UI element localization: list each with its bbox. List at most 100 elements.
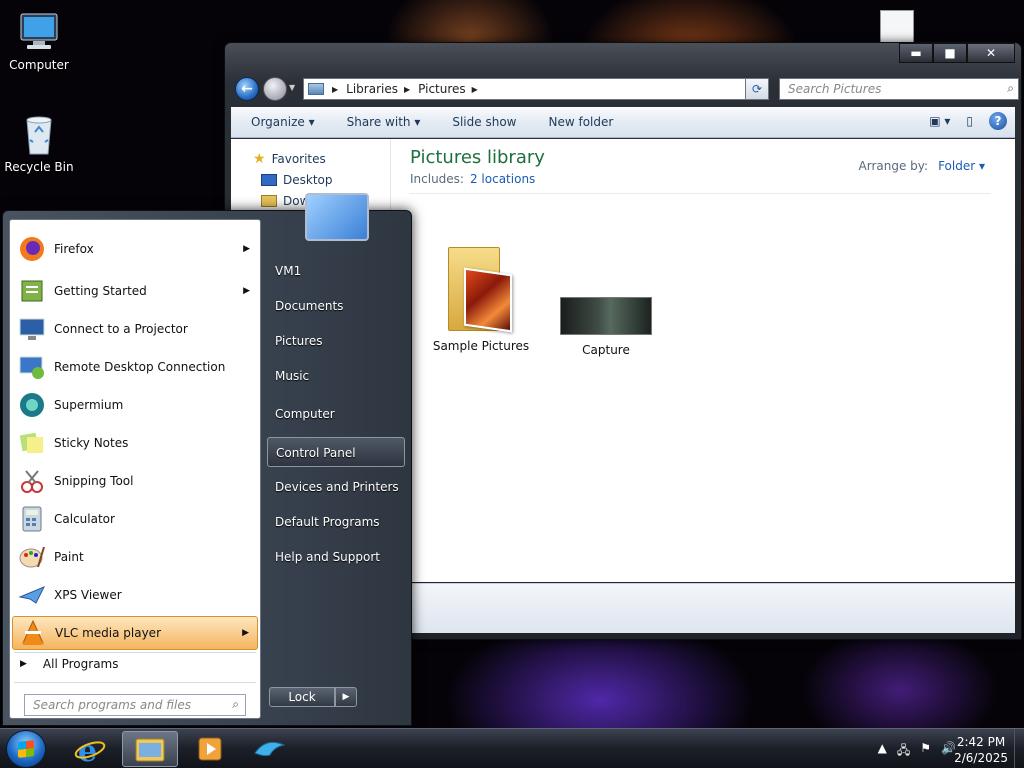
preview-pane-icon[interactable]: ▯	[966, 114, 973, 128]
program-xps-viewer[interactable]: XPS Viewer	[12, 578, 258, 612]
start-item-music[interactable]: Music	[267, 361, 405, 391]
program-getting-started[interactable]: Getting Started ▶	[12, 274, 258, 308]
xps-viewer-icon	[16, 579, 48, 611]
desktop-icon-label: Recycle Bin	[4, 160, 74, 174]
desktop-icon-recycle-bin[interactable]: Recycle Bin	[0, 112, 78, 174]
start-item-default-programs[interactable]: Default Programs	[267, 507, 405, 537]
nav-item-downloads[interactable]: Dow	[261, 194, 309, 208]
taskbar-internet-explorer[interactable]: e	[62, 731, 118, 767]
library-header: Pictures library Includes: 2 locations	[410, 147, 545, 186]
flag-icon[interactable]: ⚑	[920, 741, 931, 762]
refresh-button[interactable]: ⟳	[745, 78, 769, 100]
program-remote-desktop[interactable]: Remote Desktop Connection	[12, 350, 258, 384]
program-firefox[interactable]: Firefox ▶	[12, 232, 258, 266]
taskbar-media-player[interactable]	[182, 731, 238, 767]
submenu-arrow-icon[interactable]: ▶	[243, 244, 250, 254]
clock-date: 2/6/2025	[954, 751, 1008, 765]
start-menu-programs: Firefox ▶ Getting Started ▶ Connect to a…	[9, 219, 261, 719]
program-calculator[interactable]: Calculator	[12, 502, 258, 536]
taskbar-explorer[interactable]	[122, 731, 178, 767]
image-item[interactable]: Capture	[541, 297, 671, 357]
program-paint[interactable]: Paint	[12, 540, 258, 574]
network-icon[interactable]: 🖧	[897, 741, 910, 762]
search-icon[interactable]: ⌕	[1007, 81, 1014, 96]
window-controls: ▬ ■ ✕	[899, 43, 1015, 63]
program-label: Connect to a Projector	[54, 322, 188, 336]
locations-link[interactable]: 2 locations	[470, 172, 535, 186]
program-label: VLC media player	[55, 626, 162, 640]
slide-show-button[interactable]: Slide show	[436, 115, 532, 129]
program-snipping-tool[interactable]: Snipping Tool	[12, 464, 258, 498]
start-button[interactable]	[6, 730, 46, 768]
breadcrumb-libraries[interactable]: Libraries	[346, 82, 398, 96]
firefox-icon	[16, 233, 48, 265]
folder-label: Sample Pictures	[432, 339, 530, 353]
arrow-right-icon: ▶	[20, 659, 27, 669]
program-label: Remote Desktop Connection	[54, 360, 226, 374]
vlc-icon	[17, 617, 49, 649]
sticky-notes-icon	[16, 427, 48, 459]
address-row: ← ▼ ▶ Libraries ▶ Pictures ▶ ▼ ⟳ Search …	[231, 75, 1019, 103]
start-item-devices-printers[interactable]: Devices and Printers	[267, 472, 405, 502]
maximize-button[interactable]: ■	[933, 43, 967, 63]
search-icon[interactable]: ⌕	[232, 697, 239, 712]
program-supermium[interactable]: Supermium	[12, 388, 258, 422]
program-label: Getting Started	[54, 284, 147, 298]
forward-button[interactable]	[263, 77, 287, 101]
search-input[interactable]: Search Pictures ⌕	[779, 78, 1019, 100]
new-folder-button[interactable]: New folder	[532, 115, 629, 129]
submenu-arrow-icon[interactable]: ▶	[242, 628, 249, 638]
program-label: Firefox	[54, 242, 94, 256]
folder-item[interactable]: Sample Pictures	[411, 243, 551, 353]
program-label: Supermium	[54, 398, 124, 412]
back-button[interactable]: ←	[235, 77, 259, 101]
program-vlc[interactable]: VLC media player ▶	[12, 616, 258, 650]
media-player-icon	[198, 737, 222, 761]
breadcrumb-arrow-icon[interactable]: ▶	[332, 85, 338, 94]
svg-text:e: e	[78, 734, 97, 765]
breadcrumb-arrow-icon[interactable]: ▶	[472, 85, 478, 94]
divider	[409, 193, 991, 194]
start-item-control-panel[interactable]: Control Panel	[267, 437, 405, 467]
user-picture[interactable]	[305, 193, 369, 241]
help-icon[interactable]: ?	[989, 112, 1007, 130]
arrange-dropdown[interactable]: Folder ▾	[938, 159, 985, 173]
view-options-icon[interactable]: ▣ ▾	[929, 114, 950, 128]
paint-icon	[16, 541, 48, 573]
start-search-input[interactable]: Search programs and files ⌕	[24, 694, 246, 716]
minimize-button[interactable]: ▬	[899, 43, 933, 63]
program-sticky-notes[interactable]: Sticky Notes	[12, 426, 258, 460]
nav-favorites[interactable]: ★ Favorites	[253, 151, 326, 167]
show-hidden-icons-icon[interactable]: ▲	[878, 741, 887, 762]
star-icon: ★	[253, 151, 266, 167]
start-item-documents[interactable]: Documents	[267, 291, 405, 321]
desktop-icon-computer[interactable]: Computer	[0, 10, 78, 72]
all-programs-button[interactable]: ▶ All Programs	[20, 657, 119, 671]
start-item-help-support[interactable]: Help and Support	[267, 542, 405, 572]
address-bar[interactable]: ▶ Libraries ▶ Pictures ▶ ▼	[303, 78, 769, 100]
folder-icon	[135, 738, 165, 762]
dolphin-icon	[254, 741, 286, 757]
history-dropdown-icon[interactable]: ▼	[289, 83, 295, 92]
share-with-button[interactable]: Share with ▾	[331, 115, 437, 129]
clock[interactable]: 2:42 PM 2/6/2025	[954, 734, 1008, 766]
start-item-computer[interactable]: Computer	[267, 399, 405, 429]
breadcrumb-pictures[interactable]: Pictures	[418, 82, 466, 96]
command-bar: Organize ▾ Share with ▾ Slide show New f…	[231, 107, 1015, 138]
submenu-arrow-icon[interactable]: ▶	[243, 286, 250, 296]
start-item-vm1[interactable]: VM1	[267, 256, 405, 286]
taskbar-app[interactable]	[242, 731, 298, 767]
close-button[interactable]: ✕	[967, 43, 1015, 63]
shutdown-options-button[interactable]: ▶	[335, 687, 357, 707]
start-item-pictures[interactable]: Pictures	[267, 326, 405, 356]
desktop-icon	[261, 174, 277, 186]
organize-button[interactable]: Organize ▾	[231, 115, 331, 129]
program-connect-projector[interactable]: Connect to a Projector	[12, 312, 258, 346]
start-search-placeholder: Search programs and files	[33, 698, 191, 712]
system-tray: ▲ 🖧 ⚑ 🔊	[878, 741, 956, 762]
internet-explorer-icon: e	[74, 734, 106, 765]
show-desktop-button[interactable]	[1014, 729, 1024, 768]
breadcrumb-arrow-icon[interactable]: ▶	[404, 85, 410, 94]
nav-item-desktop[interactable]: Desktop	[261, 173, 333, 187]
lock-button[interactable]: Lock	[269, 687, 335, 707]
